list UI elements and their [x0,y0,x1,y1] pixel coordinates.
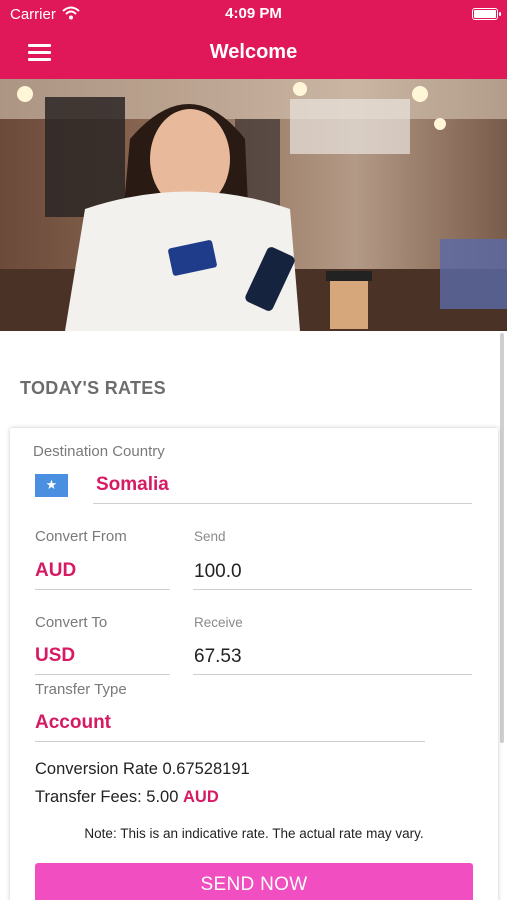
receive-amount-value: 67.53 [194,646,242,667]
convert-to-label: Convert To [35,614,108,631]
convert-to-value[interactable]: USD [35,645,75,667]
section-title: TODAY'S RATES [20,378,166,398]
nav-bar: Welcome [0,28,507,79]
conversion-rate-label: Conversion Rate [35,760,158,778]
transfer-fees-line: Transfer Fees: 5.00 AUD [35,788,219,807]
transfer-type-underline [35,741,425,742]
receive-underline [193,674,472,675]
conversion-rate-value: 0.67528191 [162,760,250,778]
destination-underline [93,503,472,504]
status-bar: Carrier 4:09 PM [0,0,507,28]
send-label: Send [194,529,226,544]
transfer-fees-value: 5.00 [146,788,179,806]
send-amount-input[interactable]: 100.0 [194,561,242,583]
transfer-fees-currency: AUD [182,788,219,806]
convert-to-underline [35,674,170,675]
hero-image [0,79,507,331]
indicative-rate-note: Note: This is an indicative rate. The ac… [84,826,424,841]
transfer-type-label: Transfer Type [35,681,127,698]
convert-from-underline [35,589,170,590]
battery-icon [472,8,501,20]
status-time: 4:09 PM [225,5,282,22]
send-underline [193,589,472,590]
convert-from-value[interactable]: AUD [35,560,76,582]
page-title: Welcome [209,41,298,63]
send-now-button[interactable]: SEND NOW [35,863,473,900]
somalia-flag-icon: ★ [35,474,68,497]
convert-from-label: Convert From [35,528,127,545]
destination-country-label: Destination Country [33,443,165,460]
receive-label: Receive [194,615,243,630]
transfer-type-value[interactable]: Account [35,712,111,734]
conversion-rate-line: Conversion Rate 0.67528191 [35,760,250,779]
scrollbar[interactable] [500,333,504,743]
transfer-fees-label: Transfer Fees: [35,788,142,806]
destination-country-value[interactable]: Somalia [96,474,169,496]
